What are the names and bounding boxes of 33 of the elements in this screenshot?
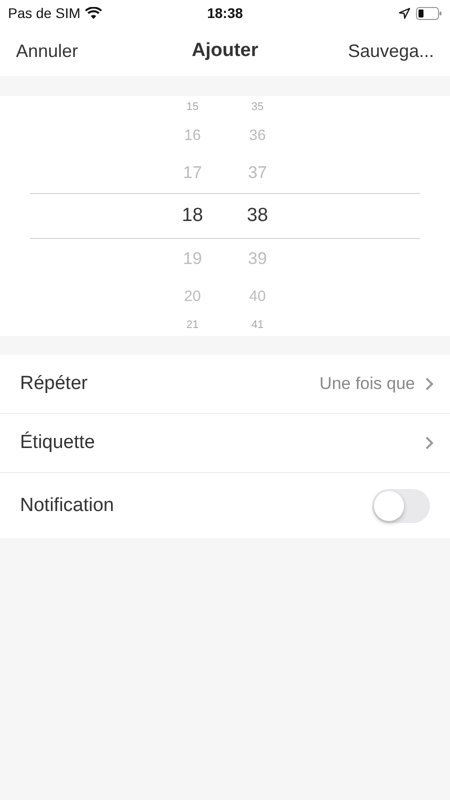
hour-option[interactable]: 19	[175, 249, 210, 269]
minute-option[interactable]: 35	[240, 101, 275, 113]
minute-option[interactable]: 39	[240, 249, 275, 269]
chevron-right-icon	[425, 436, 434, 450]
carrier-text: Pas de SIM	[8, 5, 80, 21]
hour-option[interactable]: 16	[175, 127, 210, 144]
chevron-right-icon	[425, 377, 434, 391]
setting-label: Répéter	[20, 373, 89, 395]
settings-row[interactable]: Étiquette	[0, 414, 450, 473]
wifi-icon	[85, 7, 102, 19]
time-picker[interactable]: 15 35 16 36 17 37 18 38 19 39 20 40 21 41	[0, 96, 450, 336]
setting-label: Étiquette	[20, 432, 96, 454]
minute-option[interactable]: 37	[240, 163, 275, 183]
setting-value: Une fois que	[320, 374, 415, 394]
settings-row[interactable]: Notification	[0, 473, 450, 538]
notification-toggle[interactable]	[372, 488, 430, 522]
minute-option[interactable]: 36	[240, 127, 275, 144]
save-button[interactable]: Sauvega...	[348, 40, 434, 62]
clock-text: 18:38	[207, 5, 243, 21]
hour-option[interactable]: 20	[175, 288, 210, 305]
hour-option[interactable]: 18	[175, 205, 210, 227]
setting-label: Notification	[20, 494, 115, 516]
location-arrow-icon	[399, 8, 410, 18]
battery-icon	[416, 6, 442, 20]
hour-option[interactable]: 17	[175, 163, 210, 183]
hour-option[interactable]: 15	[175, 101, 210, 113]
minute-option[interactable]: 38	[240, 205, 275, 227]
minute-option[interactable]: 41	[240, 319, 275, 331]
page-title: Ajouter	[192, 40, 258, 62]
minute-option[interactable]: 40	[240, 288, 275, 305]
settings-row[interactable]: Répéter Une fois que	[0, 355, 450, 414]
hour-option[interactable]: 21	[175, 319, 210, 331]
cancel-button[interactable]: Annuler	[16, 40, 78, 62]
